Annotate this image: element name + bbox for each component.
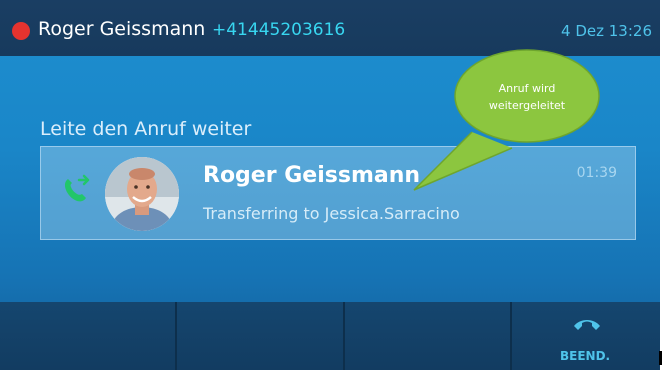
softkey-3[interactable] (345, 302, 510, 370)
annotation-text: Anruf wird weitergeleitet (464, 80, 590, 114)
edge-mark (659, 351, 662, 365)
annotation-line-1: Anruf wird (498, 82, 556, 95)
annotation-line-2: weitergeleitet (488, 99, 566, 112)
softkey-2[interactable] (177, 302, 343, 370)
hang-up-icon (574, 320, 600, 330)
end-call-label: BEEND. (560, 349, 611, 363)
softkey-1[interactable] (0, 302, 175, 370)
phone-screen: Roger Geissmann +41445203616 4 Dez 13:26… (0, 0, 660, 370)
